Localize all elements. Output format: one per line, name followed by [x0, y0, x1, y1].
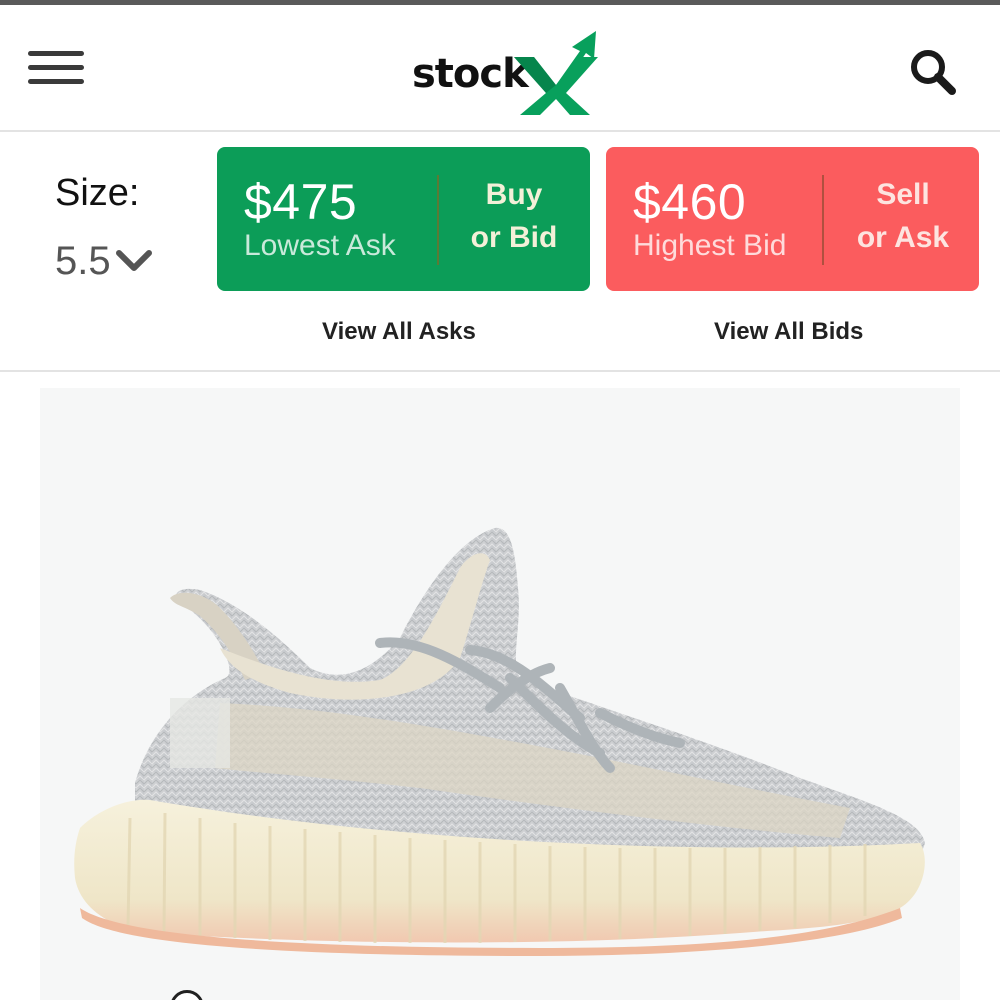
stockx-logo[interactable]: stock — [410, 29, 600, 115]
buy-or-bid-button[interactable]: $475 Lowest Ask Buy or Bid — [217, 147, 590, 291]
buy-or-bid-label: Buy or Bid — [454, 173, 574, 259]
size-value: 5.5 — [55, 238, 111, 283]
buy-label: Buy — [485, 178, 543, 211]
sell-or-ask-button[interactable]: $460 Highest Bid Sell or Ask — [606, 147, 979, 291]
chevron-down-icon — [115, 250, 152, 271]
or-ask-label: or Ask — [856, 221, 950, 254]
size-label: Size: — [55, 172, 140, 214]
sell-or-ask-label: Sell or Ask — [843, 173, 963, 259]
hamburger-menu-icon[interactable] — [24, 45, 88, 91]
sneaker-image — [74, 527, 925, 956]
view-all-asks-link[interactable]: View All Asks — [322, 318, 476, 346]
sell-label: Sell — [876, 178, 930, 211]
lowest-ask-label: Lowest Ask — [244, 229, 396, 262]
logo-x-arrow-icon — [514, 31, 598, 115]
market-panel: Size: 5.5 $475 Lowest Ask Buy or Bid $46… — [0, 134, 1000, 372]
card-divider — [437, 175, 439, 265]
or-bid-label: or Bid — [470, 221, 558, 254]
search-icon[interactable] — [906, 45, 960, 99]
card-divider — [822, 175, 824, 265]
lowest-ask-price: $475 — [244, 174, 358, 230]
product-image[interactable] — [40, 388, 960, 1000]
app-header: stock — [0, 5, 1000, 132]
size-selector[interactable]: 5.5 — [55, 238, 153, 284]
view-all-bids-link[interactable]: View All Bids — [714, 318, 863, 346]
highest-bid-price: $460 — [633, 174, 747, 230]
highest-bid-label: Highest Bid — [633, 229, 787, 262]
